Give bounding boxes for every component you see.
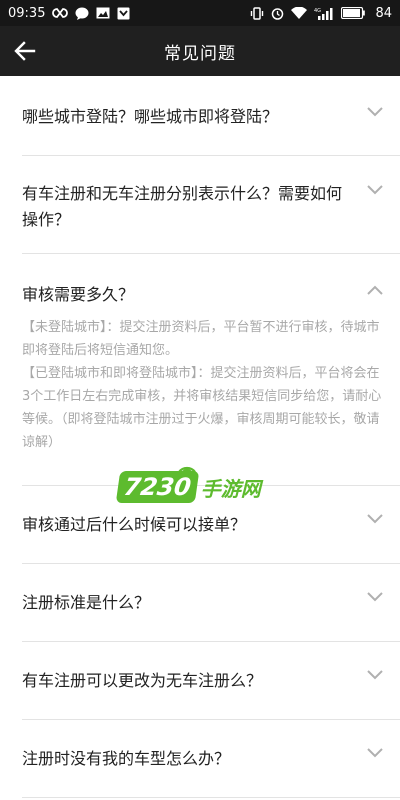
- watermark-logo: 7230 手游网: [115, 464, 278, 510]
- chevron-up-icon[interactable]: [366, 284, 384, 296]
- image-icon: [96, 7, 110, 19]
- notification-icon: [117, 7, 130, 20]
- faq-item[interactable]: 注册时没有我的车型怎么办？: [0, 720, 400, 798]
- svg-text:4G: 4G: [314, 8, 321, 14]
- faq-item-expanded[interactable]: 审核需要多久？ 【未登陆城市】：提交注册资料后，平台暂不进行审核，待城市即将登陆…: [0, 254, 400, 486]
- faq-answer-paragraph: 【已登陆城市和即将登陆城市】：提交注册资料后，平台将会在3个工作日左右完成审核，…: [22, 366, 382, 450]
- chevron-down-icon[interactable]: [366, 591, 384, 603]
- chevron-down-icon[interactable]: [366, 184, 384, 196]
- faq-question: 有车注册和无车注册分别表示什么？需要如何操作？: [22, 184, 343, 229]
- faq-question: 注册时没有我的车型怎么办？: [22, 749, 231, 768]
- battery-icon: [341, 7, 366, 19]
- watermark-text: 手游网: [200, 476, 261, 501]
- status-bar: 09:35 4G 84: [0, 0, 400, 26]
- signal-4g-icon: 4G: [314, 7, 334, 20]
- watermark-number: 7230: [115, 471, 200, 503]
- faq-item[interactable]: 有车注册可以更改为无车注册么？: [0, 642, 400, 720]
- chat-icon: [75, 7, 89, 20]
- faq-question: 注册标准是什么？: [22, 593, 151, 612]
- chevron-down-icon[interactable]: [366, 106, 384, 118]
- faq-question: 哪些城市登陆？哪些城市即将登陆？: [22, 107, 279, 126]
- vibrate-icon: [250, 6, 264, 20]
- faq-question: 审核通过后什么时候可以接单？: [22, 515, 247, 534]
- back-button[interactable]: [10, 36, 40, 66]
- app-bar: 常见问题: [0, 26, 400, 76]
- alarm-icon: [271, 7, 284, 20]
- link-icon: [52, 8, 69, 18]
- status-time: 09:35: [8, 5, 46, 21]
- wifi-icon: [291, 7, 308, 19]
- back-arrow-icon: [14, 41, 36, 61]
- faq-answer: 【未登陆城市】：提交注册资料后，平台暂不进行审核，待城市即将登陆后将短信通知您。…: [22, 316, 386, 454]
- faq-question: 审核需要多久？: [22, 285, 135, 304]
- chevron-down-icon[interactable]: [366, 747, 384, 759]
- chevron-down-icon[interactable]: [366, 669, 384, 681]
- chevron-down-icon[interactable]: [366, 513, 384, 525]
- faq-item[interactable]: 注册标准是什么？: [0, 564, 400, 642]
- faq-question: 有车注册可以更改为无车注册么？: [22, 671, 263, 690]
- faq-answer-paragraph: 【未登陆城市】：提交注册资料后，平台暂不进行审核，待城市即将登陆后将短信通知您。: [22, 320, 380, 358]
- battery-level: 84: [375, 5, 392, 21]
- faq-item[interactable]: 哪些城市登陆？哪些城市即将登陆？: [0, 76, 400, 156]
- page-title: 常见问题: [164, 43, 236, 64]
- divider: [22, 797, 400, 798]
